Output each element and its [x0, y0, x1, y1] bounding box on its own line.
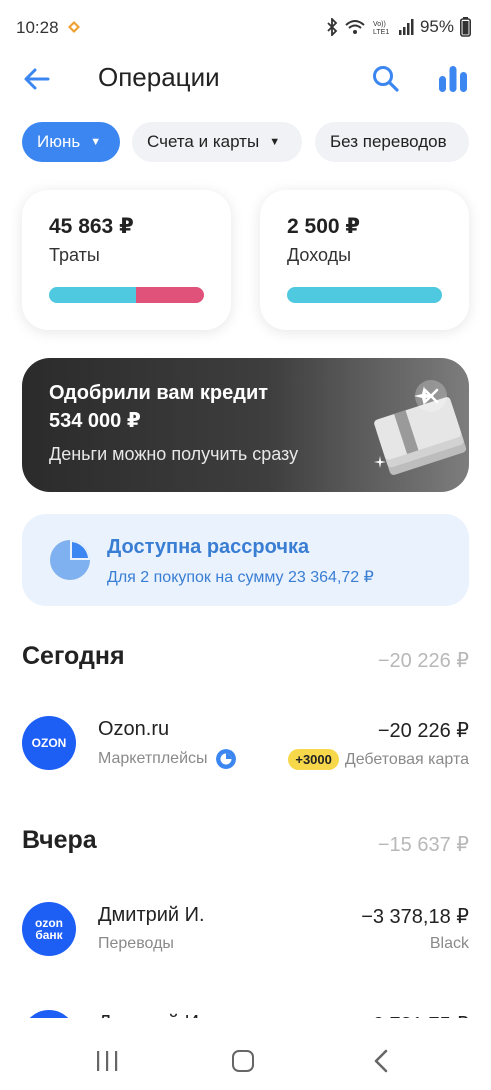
filter-bar: Июнь ▼ Счета и карты ▼ Без переводов [22, 122, 491, 164]
transaction-amount: −3 378,18 ₽ [361, 906, 469, 928]
income-card[interactable]: 2 500 ₽ Доходы [260, 190, 469, 330]
chevron-down-icon: ▼ [269, 136, 281, 148]
credit-amount: 534 000 ₽ [49, 410, 141, 432]
transaction-name: Дмитрий И. [98, 904, 205, 926]
filter-no-transfers[interactable]: Без переводов [315, 122, 469, 162]
volte-icon: Vo))LTE1 [373, 21, 389, 36]
filter-accounts-label: Счета и карты [147, 132, 260, 151]
transaction-account: Дебетовая карта [344, 750, 469, 768]
section-title-today: Сегодня [22, 642, 125, 670]
bonus-badge: +3000 [288, 749, 339, 770]
section-title-yesterday: Вчера [22, 826, 97, 854]
spending-card[interactable]: 45 863 ₽ Траты [22, 190, 231, 330]
pie-chart-icon [50, 540, 90, 580]
close-banner-button[interactable] [415, 380, 447, 412]
income-amount: 2 500 ₽ [287, 215, 360, 238]
back-arrow-icon[interactable] [22, 64, 52, 94]
wifi-icon [345, 20, 365, 34]
svg-text:Vo)): Vo)) [373, 21, 386, 28]
bluetooth-icon [327, 18, 338, 36]
recent-apps-icon[interactable] [95, 1050, 119, 1072]
analytics-icon[interactable] [436, 62, 470, 96]
filter-month[interactable]: Июнь ▼ [22, 122, 120, 162]
battery-text: 95% [419, 17, 454, 36]
credit-offer-banner[interactable]: Одобрили вам кредит 534 000 ₽ Деньги мож… [22, 358, 469, 492]
transaction-category: Маркетплейсы [98, 750, 208, 767]
credit-subtitle: Деньги можно получить сразу [49, 444, 299, 464]
home-button[interactable] [232, 1050, 254, 1072]
section-total-today: −20 226 ₽ [377, 650, 469, 672]
filter-accounts[interactable]: Счета и карты ▼ [132, 122, 302, 162]
system-nav-bar [0, 1034, 491, 1090]
back-nav-icon[interactable] [372, 1048, 390, 1074]
app-header: Операции [0, 56, 491, 102]
filter-no-transfers-label: Без переводов [330, 132, 447, 151]
search-icon[interactable] [371, 64, 401, 94]
status-icons: Vo)) LTE1 95% [326, 17, 471, 37]
transaction-account: Black [429, 935, 469, 952]
filter-month-label: Июнь [37, 132, 81, 151]
avatar-text: OZON [31, 736, 67, 750]
transaction-amount: −20 226 ₽ [377, 720, 469, 742]
page-title: Операции [98, 62, 220, 92]
close-icon [423, 388, 439, 404]
installment-title: Доступна рассрочка [107, 536, 310, 558]
installment-subtitle: Для 2 покупок на сумму 23 364,72 ₽ [107, 569, 374, 586]
spending-amount: 45 863 ₽ [49, 215, 134, 238]
installment-banner[interactable]: Доступна рассрочка Для 2 покупок на сумм… [22, 514, 469, 606]
chevron-down-icon: ▼ [90, 136, 102, 148]
ozon-bank-logo-icon: ozon банк [22, 902, 76, 956]
spending-bar-cyan [49, 287, 136, 303]
status-bar: 10:28 Vo)) LTE1 95% [0, 0, 491, 56]
list-fade [0, 1018, 491, 1034]
svg-text:LTE1: LTE1 [373, 29, 389, 36]
notification-icon [68, 21, 80, 33]
income-bar [287, 287, 442, 303]
installment-pie-icon [215, 749, 236, 769]
transaction-row[interactable]: OZON Ozon.ru −20 226 ₽ Маркетплейсы +300… [0, 704, 491, 784]
transaction-row[interactable]: ozon банк Дмитрий И. −3 378,18 ₽ Перевод… [0, 890, 491, 970]
battery-icon [460, 17, 471, 37]
signal-icon [398, 19, 414, 35]
spending-bar [49, 287, 204, 303]
transaction-name: Ozon.ru [98, 718, 170, 740]
ozon-logo-icon: OZON [22, 716, 76, 770]
credit-title: Одобрили вам кредит [49, 382, 269, 404]
status-time: 10:28 [16, 18, 59, 37]
section-total-yesterday: −15 637 ₽ [377, 834, 469, 856]
spending-label: Траты [49, 245, 100, 265]
transaction-category-wrap: Маркетплейсы [98, 749, 236, 769]
spending-bar-pink [135, 287, 204, 303]
income-label: Доходы [287, 245, 352, 265]
transaction-category: Переводы [98, 935, 174, 952]
transaction-account-wrap: +3000 Дебетовая карта [288, 749, 469, 770]
avatar-line2: банк [35, 928, 63, 942]
income-bar-cyan [287, 287, 442, 303]
